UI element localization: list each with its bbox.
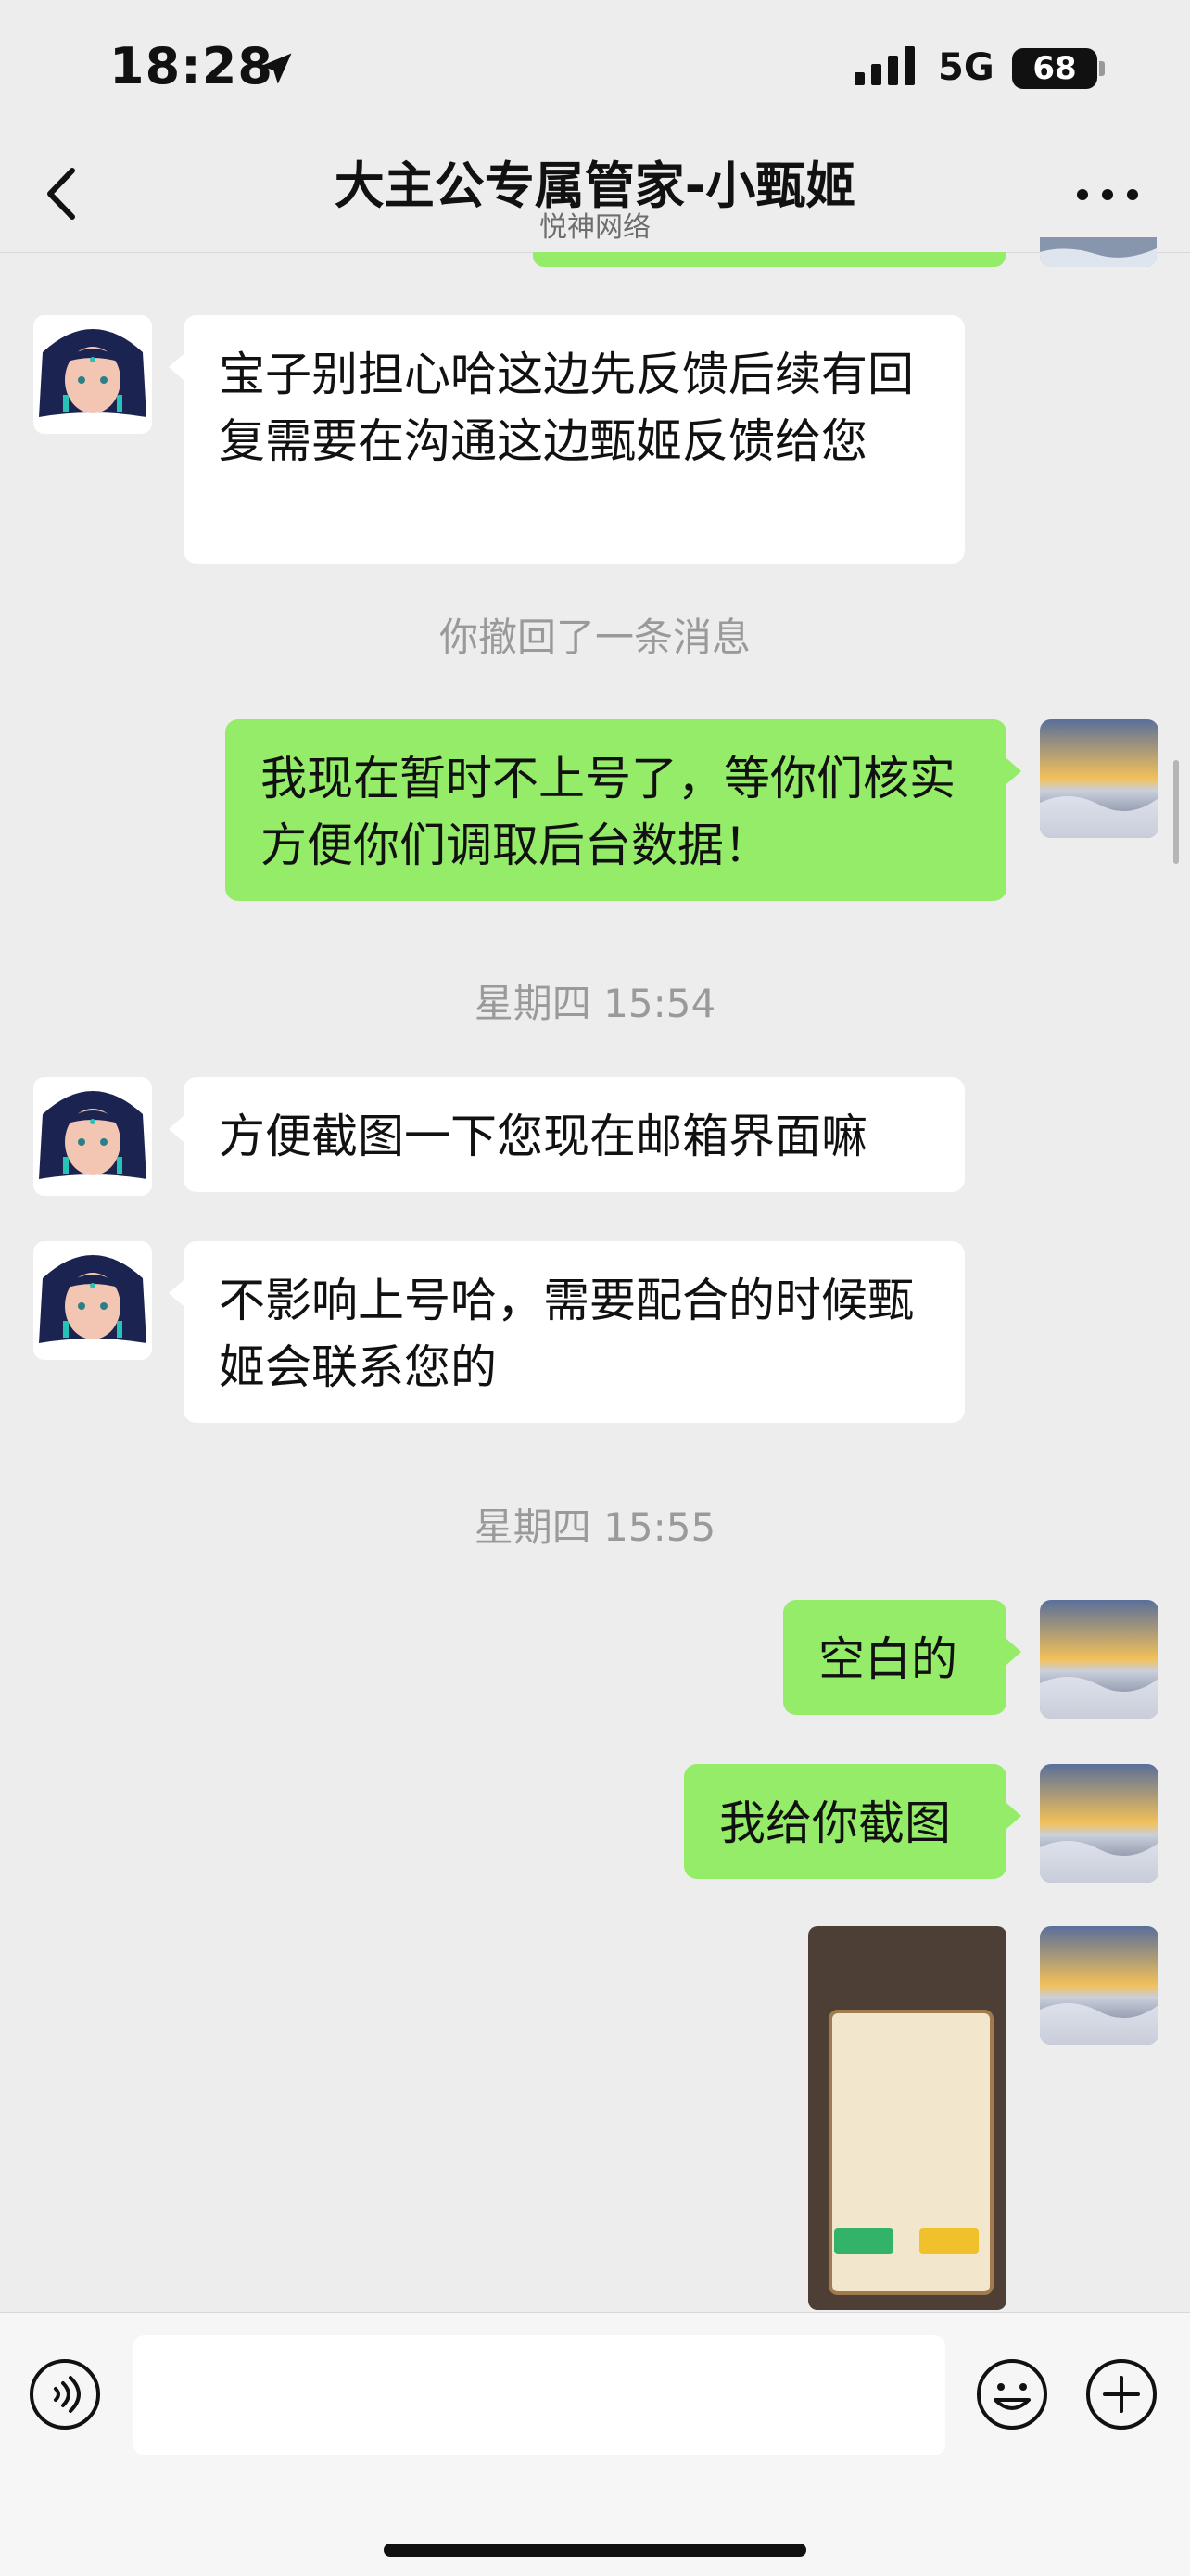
signal-icon — [855, 46, 915, 85]
timestamp: 星期四 15:55 — [474, 1504, 716, 1550]
network-type: 5G — [938, 46, 994, 89]
outgoing-message[interactable]: 空白的 — [783, 1600, 1021, 1715]
contact-avatar[interactable] — [33, 1241, 152, 1360]
plus-icon[interactable] — [1084, 2357, 1158, 2431]
home-indicator[interactable] — [384, 2544, 806, 2557]
battery-tip — [1099, 61, 1105, 76]
contact-avatar[interactable] — [33, 315, 152, 434]
status-bar: 18:28 5G 68 — [0, 0, 1190, 139]
input-bar — [0, 2312, 1190, 2576]
screenshot-green-button — [834, 2228, 893, 2254]
my-avatar[interactable] — [1040, 1764, 1158, 1883]
recall-notice: 你撤回了一条消息 — [438, 615, 751, 660]
outgoing-message[interactable]: 我现在暂时不上号了，等你们核实方便你们调取后台数据！ — [225, 719, 1021, 901]
timestamp: 星期四 15:54 — [474, 981, 716, 1026]
voice-icon[interactable] — [28, 2357, 102, 2431]
scrollbar[interactable] — [1173, 760, 1179, 864]
previous-message-bubble[interactable] — [533, 252, 1006, 267]
outgoing-image-message[interactable] — [808, 1926, 1006, 2310]
outgoing-message[interactable]: 我给你截图 — [684, 1764, 1021, 1879]
my-avatar[interactable] — [1040, 1600, 1158, 1719]
contact-avatar[interactable] — [33, 1077, 152, 1196]
more-icon[interactable] — [1075, 187, 1140, 202]
incoming-message[interactable]: 不影响上号哈，需要配合的时候甄姬会联系您的 — [169, 1241, 965, 1423]
location-arrow-icon — [260, 53, 292, 84]
screenshot-yellow-button — [919, 2228, 979, 2254]
incoming-message[interactable]: 方便截图一下您现在邮箱界面嘛 — [169, 1077, 965, 1192]
chat-header: 大主公专属管家-小甄姬 悦神网络 — [0, 139, 1190, 253]
my-avatar[interactable] — [1040, 719, 1158, 838]
emoji-icon[interactable] — [975, 2357, 1049, 2431]
battery-indicator: 68 — [1012, 48, 1097, 89]
my-avatar[interactable] — [1040, 1926, 1158, 2045]
status-time: 18:28 — [109, 37, 273, 95]
chat-subtitle: 悦神网络 — [539, 211, 651, 244]
my-avatar[interactable] — [1040, 237, 1157, 267]
incoming-message[interactable]: 宝子别担心哈这边先反馈后续有回复需要在沟通这边甄姬反馈给您 — [169, 315, 965, 564]
message-input[interactable] — [133, 2335, 945, 2455]
